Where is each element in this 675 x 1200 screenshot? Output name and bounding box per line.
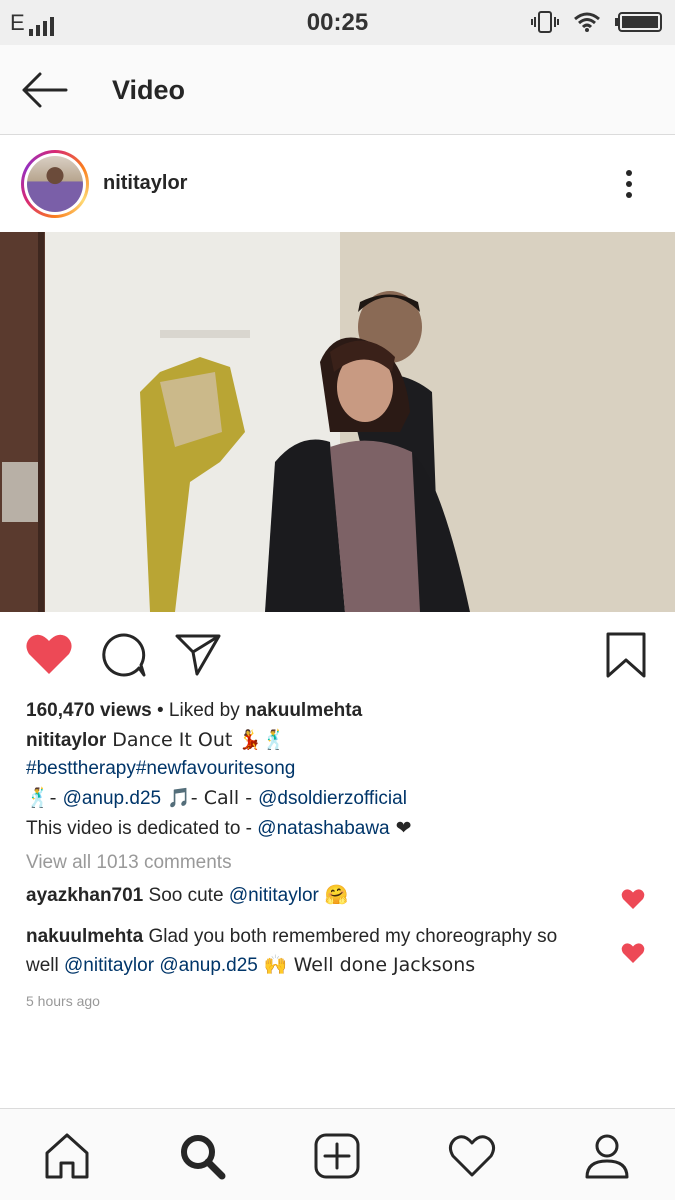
comment-text: Glad you both remembered my choreography… [143, 926, 558, 947]
mention-link[interactable]: @anup.d25 [154, 955, 258, 976]
hashtag-link[interactable]: #besttherapy#newfavouritesong [26, 758, 295, 779]
mention-link[interactable]: @natashabawa [257, 818, 389, 839]
likes-line: 160,470 views • Liked by nakuulmehta [26, 697, 656, 726]
app-header: Video [0, 45, 675, 135]
back-button[interactable] [20, 70, 70, 110]
liked-by-prefix: • Liked by [151, 700, 245, 721]
heart-filled-icon [621, 889, 645, 909]
arrow-left-icon [22, 72, 68, 108]
nav-profile-button[interactable] [582, 1131, 632, 1181]
post-actions [0, 612, 675, 702]
post-header: nititaylor [0, 136, 675, 232]
mention-link[interactable]: @nititaylor [64, 955, 154, 976]
bottom-nav [0, 1108, 675, 1200]
comment-text: Soo cute [143, 885, 229, 906]
comment-username[interactable]: nakuulmehta [26, 926, 143, 947]
wifi-icon [574, 12, 600, 32]
battery-icon [615, 12, 662, 32]
post-username[interactable]: nititaylor [103, 172, 187, 195]
bookmark-icon [606, 632, 646, 678]
video-frame [0, 232, 675, 612]
caption-credits: 🕺- @anup.d25 🎵- Call - @dsoldierzofficia… [26, 784, 656, 814]
like-button[interactable] [25, 632, 75, 678]
profile-icon [585, 1134, 629, 1179]
comment-username[interactable]: ayazkhan701 [26, 885, 143, 906]
save-button[interactable] [605, 632, 655, 678]
caption-hashtags: #besttherapy#newfavouritesong [26, 755, 656, 784]
nav-home-button[interactable] [42, 1131, 92, 1181]
caption-dedication: This video is dedicated to - @natashabaw… [26, 814, 656, 844]
heart-filled-icon [621, 943, 645, 963]
page-title: Video [112, 75, 186, 105]
comment-text: well [26, 955, 65, 976]
comment-icon [102, 633, 146, 677]
mention-link[interactable]: @anup.d25 [63, 788, 162, 809]
add-post-icon [314, 1133, 360, 1179]
status-bar: E 00:25 [0, 0, 675, 45]
dedication-text: This video is dedicated to - [26, 817, 258, 839]
more-vertical-icon [626, 170, 632, 176]
liked-by-user[interactable]: nakuulmehta [245, 700, 362, 721]
caption-line: nititaylor Dance It Out 💃🕺 [26, 726, 656, 756]
nav-search-button[interactable] [177, 1131, 227, 1181]
heart-emoji: ❤ [389, 816, 412, 839]
more-options-button[interactable] [614, 166, 644, 202]
post-timestamp: 5 hours ago [26, 993, 100, 1009]
credits-prefix: 🕺- [26, 787, 63, 810]
comment-button[interactable] [101, 632, 151, 678]
comment-like-button[interactable] [621, 942, 647, 966]
avatar-image [27, 156, 83, 212]
views-count[interactable]: 160,470 views [26, 700, 152, 721]
heart-filled-icon [26, 634, 72, 674]
send-icon [175, 634, 221, 676]
nav-add-button[interactable] [312, 1131, 362, 1181]
mention-link[interactable]: @nititaylor [229, 885, 319, 906]
nav-activity-button[interactable] [447, 1131, 497, 1181]
share-button[interactable] [174, 632, 224, 678]
comment-item: nakuulmehta Glad you both remembered my … [26, 923, 606, 980]
comment-like-button[interactable] [621, 888, 647, 912]
vibrate-icon [531, 11, 559, 33]
credits-middle: 🎵- Call - [161, 787, 259, 810]
comment-text: 🙌 Well done Jacksons [257, 954, 476, 976]
hug-emoji: 🤗 [318, 884, 349, 906]
post-caption: 160,470 views • Liked by nakuulmehta nit… [26, 697, 656, 844]
comment-item: ayazkhan701 Soo cute @nititaylor 🤗 [26, 883, 606, 907]
mention-link[interactable]: @dsoldierzofficial [258, 788, 407, 809]
home-icon [45, 1133, 89, 1179]
caption-text: Dance It Out 💃🕺 [106, 728, 286, 751]
activity-heart-icon [448, 1135, 496, 1177]
view-all-comments-link[interactable]: View all 1013 comments [26, 852, 232, 874]
video-player[interactable] [0, 232, 675, 612]
search-icon [181, 1135, 226, 1180]
avatar[interactable] [21, 150, 89, 218]
caption-username[interactable]: nititaylor [26, 730, 106, 751]
